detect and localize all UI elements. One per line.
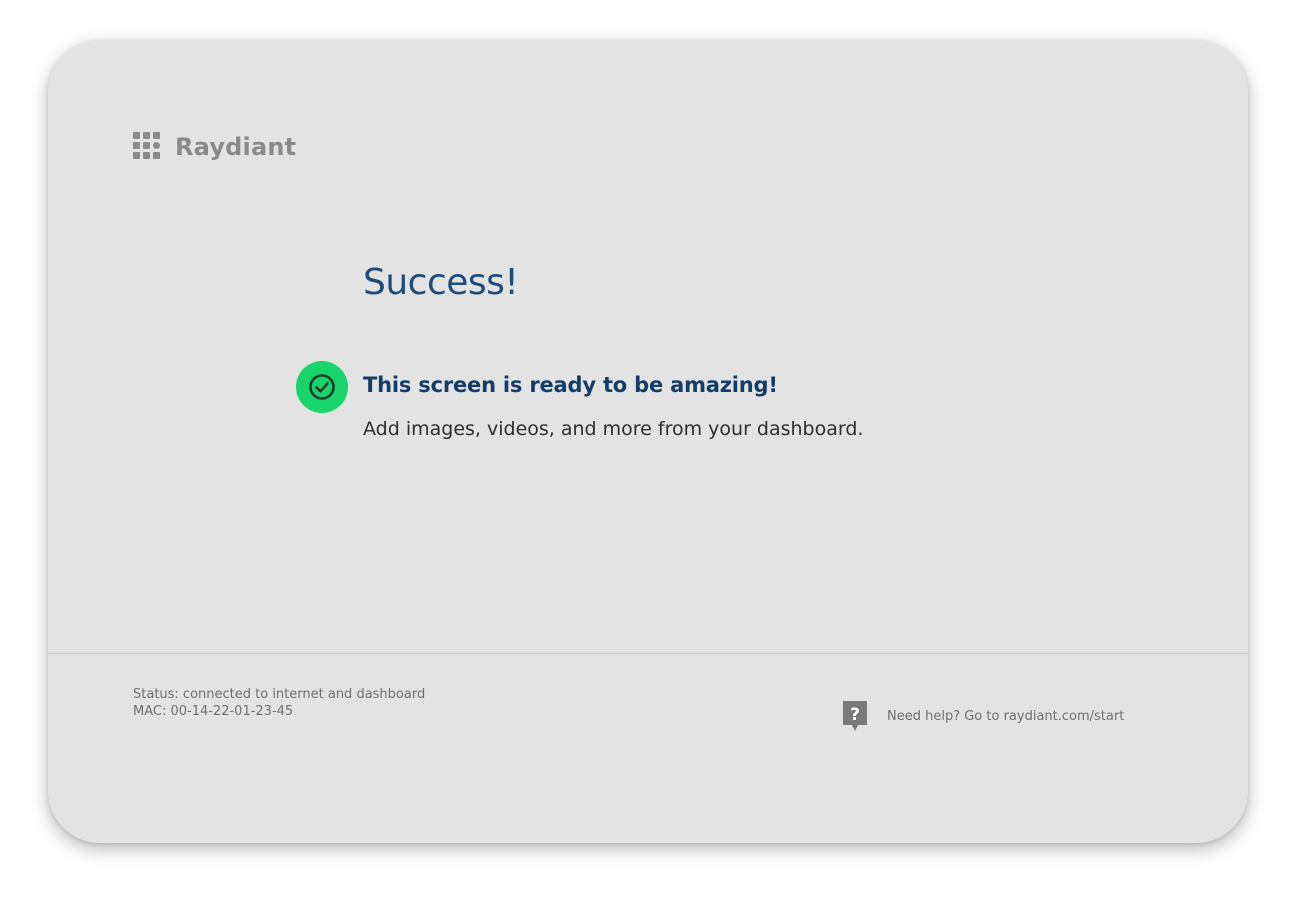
status-info: Status: connected to internet and dashbo…: [133, 686, 425, 720]
grid-logo-icon: [133, 132, 160, 159]
question-bubble-icon: ?: [843, 701, 867, 731]
connection-status: Status: connected to internet and dashbo…: [133, 687, 426, 702]
check-circle-icon: [296, 361, 348, 413]
help-text[interactable]: Need help? Go to raydiant.com/start: [887, 709, 1124, 724]
device-screen: Raydiant Success! This screen is ready t…: [48, 40, 1248, 843]
success-subtext: Add images, videos, and more from your d…: [363, 418, 864, 440]
success-headline: This screen is ready to be amazing!: [363, 373, 778, 397]
page-title: Success!: [363, 262, 519, 303]
footer-divider: [48, 653, 1248, 654]
brand-name: Raydiant: [175, 133, 297, 161]
help-link[interactable]: ? Need help? Go to raydiant.com/start: [843, 701, 1124, 732]
svg-text:?: ?: [850, 705, 860, 725]
mac-address: MAC: 00-14-22-01-23-45: [133, 704, 294, 719]
brand-logo: Raydiant: [133, 132, 296, 162]
